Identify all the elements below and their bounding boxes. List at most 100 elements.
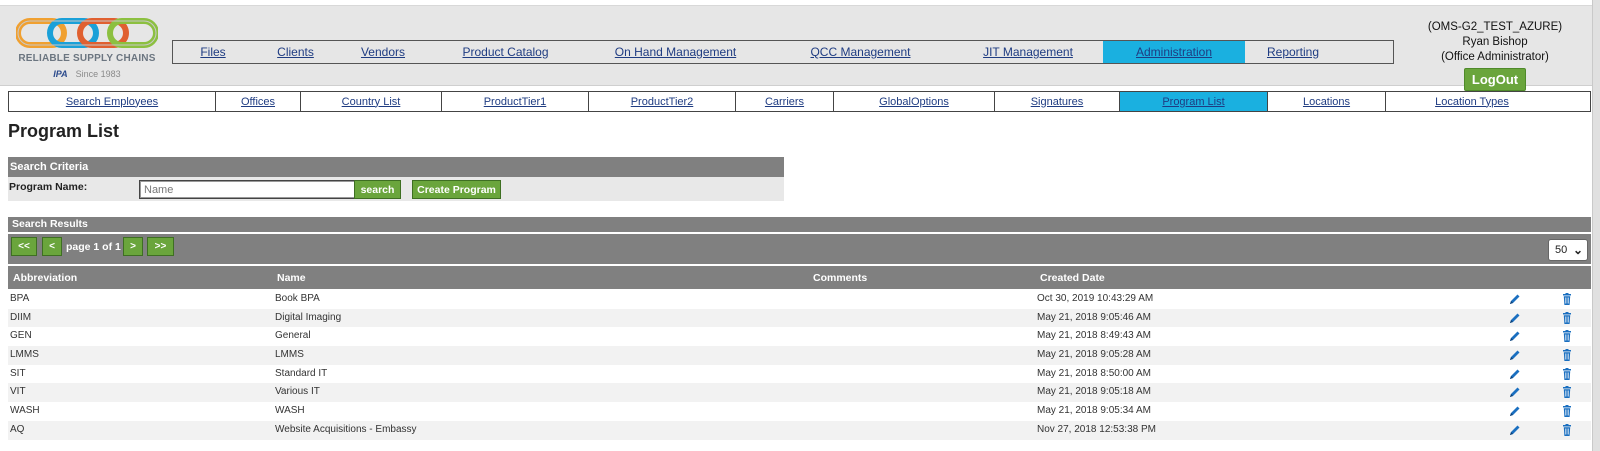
trash-icon[interactable] xyxy=(1560,311,1574,325)
program-name-label: Program Name: xyxy=(9,181,88,193)
cell-name: Standard IT xyxy=(275,367,328,379)
page-title: Program List xyxy=(8,121,120,141)
trash-icon[interactable] xyxy=(1560,423,1574,437)
ipa-logo: IPA xyxy=(53,69,68,79)
col-name[interactable]: Name xyxy=(277,272,306,284)
cell-created-date: May 21, 2018 9:05:34 AM xyxy=(1037,405,1151,417)
cell-name: Book BPA xyxy=(275,293,320,304)
search-results-header: Search Results xyxy=(8,217,1591,232)
chain-logo-icon xyxy=(16,18,158,48)
cell-abbreviation: SIT xyxy=(10,367,26,379)
main-nav-on-hand-management[interactable]: On Hand Management xyxy=(583,41,768,63)
pencil-icon[interactable] xyxy=(1508,348,1522,362)
first-page-button[interactable]: << xyxy=(11,237,37,256)
sub-nav-locations[interactable]: Locations xyxy=(1268,92,1386,111)
sub-nav-location-types[interactable]: Location Types xyxy=(1386,92,1558,111)
table-row: VIT Various IT May 21, 2018 9:05:18 AM xyxy=(8,383,1591,403)
table-row: LMMS LMMS May 21, 2018 9:05:28 AM xyxy=(8,346,1591,365)
cell-name: Website Acquisitions - Embassy xyxy=(275,423,417,435)
cell-name: WASH xyxy=(275,405,305,417)
pencil-icon[interactable] xyxy=(1508,311,1522,325)
pencil-icon[interactable] xyxy=(1508,329,1522,343)
create-program-button[interactable]: Create Program xyxy=(412,180,501,199)
main-nav-product-catalog[interactable]: Product Catalog xyxy=(428,41,583,63)
sub-nav-signatures[interactable]: Signatures xyxy=(995,92,1120,111)
cell-created-date: May 21, 2018 9:05:46 AM xyxy=(1037,311,1151,323)
results-table-header: Abbreviation Name Comments Created Date xyxy=(8,266,1591,289)
page-indicator: page 1 of 1 xyxy=(66,241,121,253)
cell-abbreviation: DIIM xyxy=(10,311,32,323)
sub-nav-producttier2[interactable]: ProductTier2 xyxy=(589,92,736,111)
cell-abbreviation: WASH xyxy=(10,405,40,417)
chevron-down-icon: ⌄ xyxy=(1572,243,1583,257)
app-header: RELIABLE SUPPLY CHAINS IPA Since 1983 Fil… xyxy=(0,6,1600,91)
cell-abbreviation: GEN xyxy=(10,330,32,342)
cell-name: Digital Imaging xyxy=(275,311,342,323)
sub-nav-globaloptions[interactable]: GlobalOptions xyxy=(834,92,995,111)
table-row: WASH WASH May 21, 2018 9:05:34 AM xyxy=(8,402,1591,421)
page-size-value: 50 xyxy=(1555,244,1568,256)
cell-created-date: Oct 30, 2019 10:43:29 AM xyxy=(1037,293,1154,304)
sub-nav-producttier1[interactable]: ProductTier1 xyxy=(442,92,589,111)
trash-icon[interactable] xyxy=(1560,367,1574,381)
admin-sub-nav: Search Employees Offices Country List Produ… xyxy=(8,91,1591,112)
pencil-icon[interactable] xyxy=(1508,404,1522,418)
main-nav-jit-management[interactable]: JIT Management xyxy=(953,41,1103,63)
table-row: DIIM Digital Imaging May 21, 2018 9:05:46 … xyxy=(8,308,1591,328)
pencil-icon[interactable] xyxy=(1508,385,1522,399)
prev-page-button[interactable]: < xyxy=(42,237,62,256)
table-row: SIT Standard IT May 21, 2018 8:50:00 AM xyxy=(8,365,1591,384)
trash-icon[interactable] xyxy=(1560,385,1574,399)
company-logo: RELIABLE SUPPLY CHAINS IPA Since 1983 xyxy=(12,13,162,87)
cell-created-date: May 21, 2018 8:49:43 AM xyxy=(1037,330,1151,342)
user-role: (Office Administrator) xyxy=(1441,51,1549,63)
table-row: AQ Website Acquisitions - Embassy Nov 27, … xyxy=(8,420,1591,440)
main-nav-reporting[interactable]: Reporting xyxy=(1245,41,1341,63)
program-name-input[interactable] xyxy=(139,180,362,199)
cell-abbreviation: BPA xyxy=(10,293,30,304)
cell-name: General xyxy=(275,330,311,342)
sub-nav-country-list[interactable]: Country List xyxy=(301,92,442,111)
sub-nav-carriers[interactable]: Carriers xyxy=(736,92,834,111)
results-table-body: BPA Book BPA Oct 30, 2019 10:43:29 AM DIIM D… xyxy=(8,290,1591,440)
trash-icon[interactable] xyxy=(1560,329,1574,343)
cell-abbreviation: LMMS xyxy=(10,349,39,361)
sub-nav-search-employees[interactable]: Search Employees xyxy=(9,92,216,111)
user-info: (OMS-G2_TEST_AZURE) Ryan Bishop (Office … xyxy=(1400,20,1590,91)
col-abbreviation[interactable]: Abbreviation xyxy=(13,272,77,284)
cell-created-date: May 21, 2018 9:05:18 AM xyxy=(1037,386,1151,398)
environment-label: (OMS-G2_TEST_AZURE) xyxy=(1427,21,1563,33)
main-nav-qcc-management[interactable]: QCC Management xyxy=(768,41,953,63)
sub-nav-program-list[interactable]: Program List xyxy=(1120,92,1268,111)
scrollbar[interactable] xyxy=(1592,0,1600,451)
page-size-select[interactable]: 50 ⌄ xyxy=(1548,239,1588,261)
logout-button[interactable]: LogOut xyxy=(1463,68,1527,91)
main-nav-vendors[interactable]: Vendors xyxy=(338,41,428,63)
logo-since: IPA Since 1983 xyxy=(12,69,162,79)
col-comments[interactable]: Comments xyxy=(813,272,867,284)
trash-icon[interactable] xyxy=(1560,348,1574,362)
pencil-icon[interactable] xyxy=(1508,292,1522,306)
trash-icon[interactable] xyxy=(1560,404,1574,418)
main-nav-clients[interactable]: Clients xyxy=(253,41,338,63)
next-page-button[interactable]: > xyxy=(123,237,143,256)
cell-created-date: May 21, 2018 8:50:00 AM xyxy=(1037,367,1151,379)
sub-nav-offices[interactable]: Offices xyxy=(216,92,301,111)
main-nav-files[interactable]: Files xyxy=(173,41,253,63)
cell-created-date: Nov 27, 2018 12:53:38 PM xyxy=(1037,423,1156,435)
since-text: Since 1983 xyxy=(75,69,121,79)
logo-name: RELIABLE SUPPLY CHAINS xyxy=(18,53,156,64)
pencil-icon[interactable] xyxy=(1508,423,1522,437)
cell-created-date: May 21, 2018 9:05:28 AM xyxy=(1037,349,1151,361)
pencil-icon[interactable] xyxy=(1508,367,1522,381)
user-name: Ryan Bishop xyxy=(1462,36,1528,48)
col-created-date[interactable]: Created Date xyxy=(1040,272,1105,284)
table-row: BPA Book BPA Oct 30, 2019 10:43:29 AM xyxy=(8,290,1591,309)
last-page-button[interactable]: >> xyxy=(147,237,174,256)
trash-icon[interactable] xyxy=(1560,292,1574,306)
main-nav-administration[interactable]: Administration xyxy=(1103,41,1245,63)
cell-abbreviation: AQ xyxy=(10,423,25,435)
search-button[interactable]: search xyxy=(354,180,401,199)
cell-name: Various IT xyxy=(275,386,320,398)
cell-name: LMMS xyxy=(275,349,304,361)
